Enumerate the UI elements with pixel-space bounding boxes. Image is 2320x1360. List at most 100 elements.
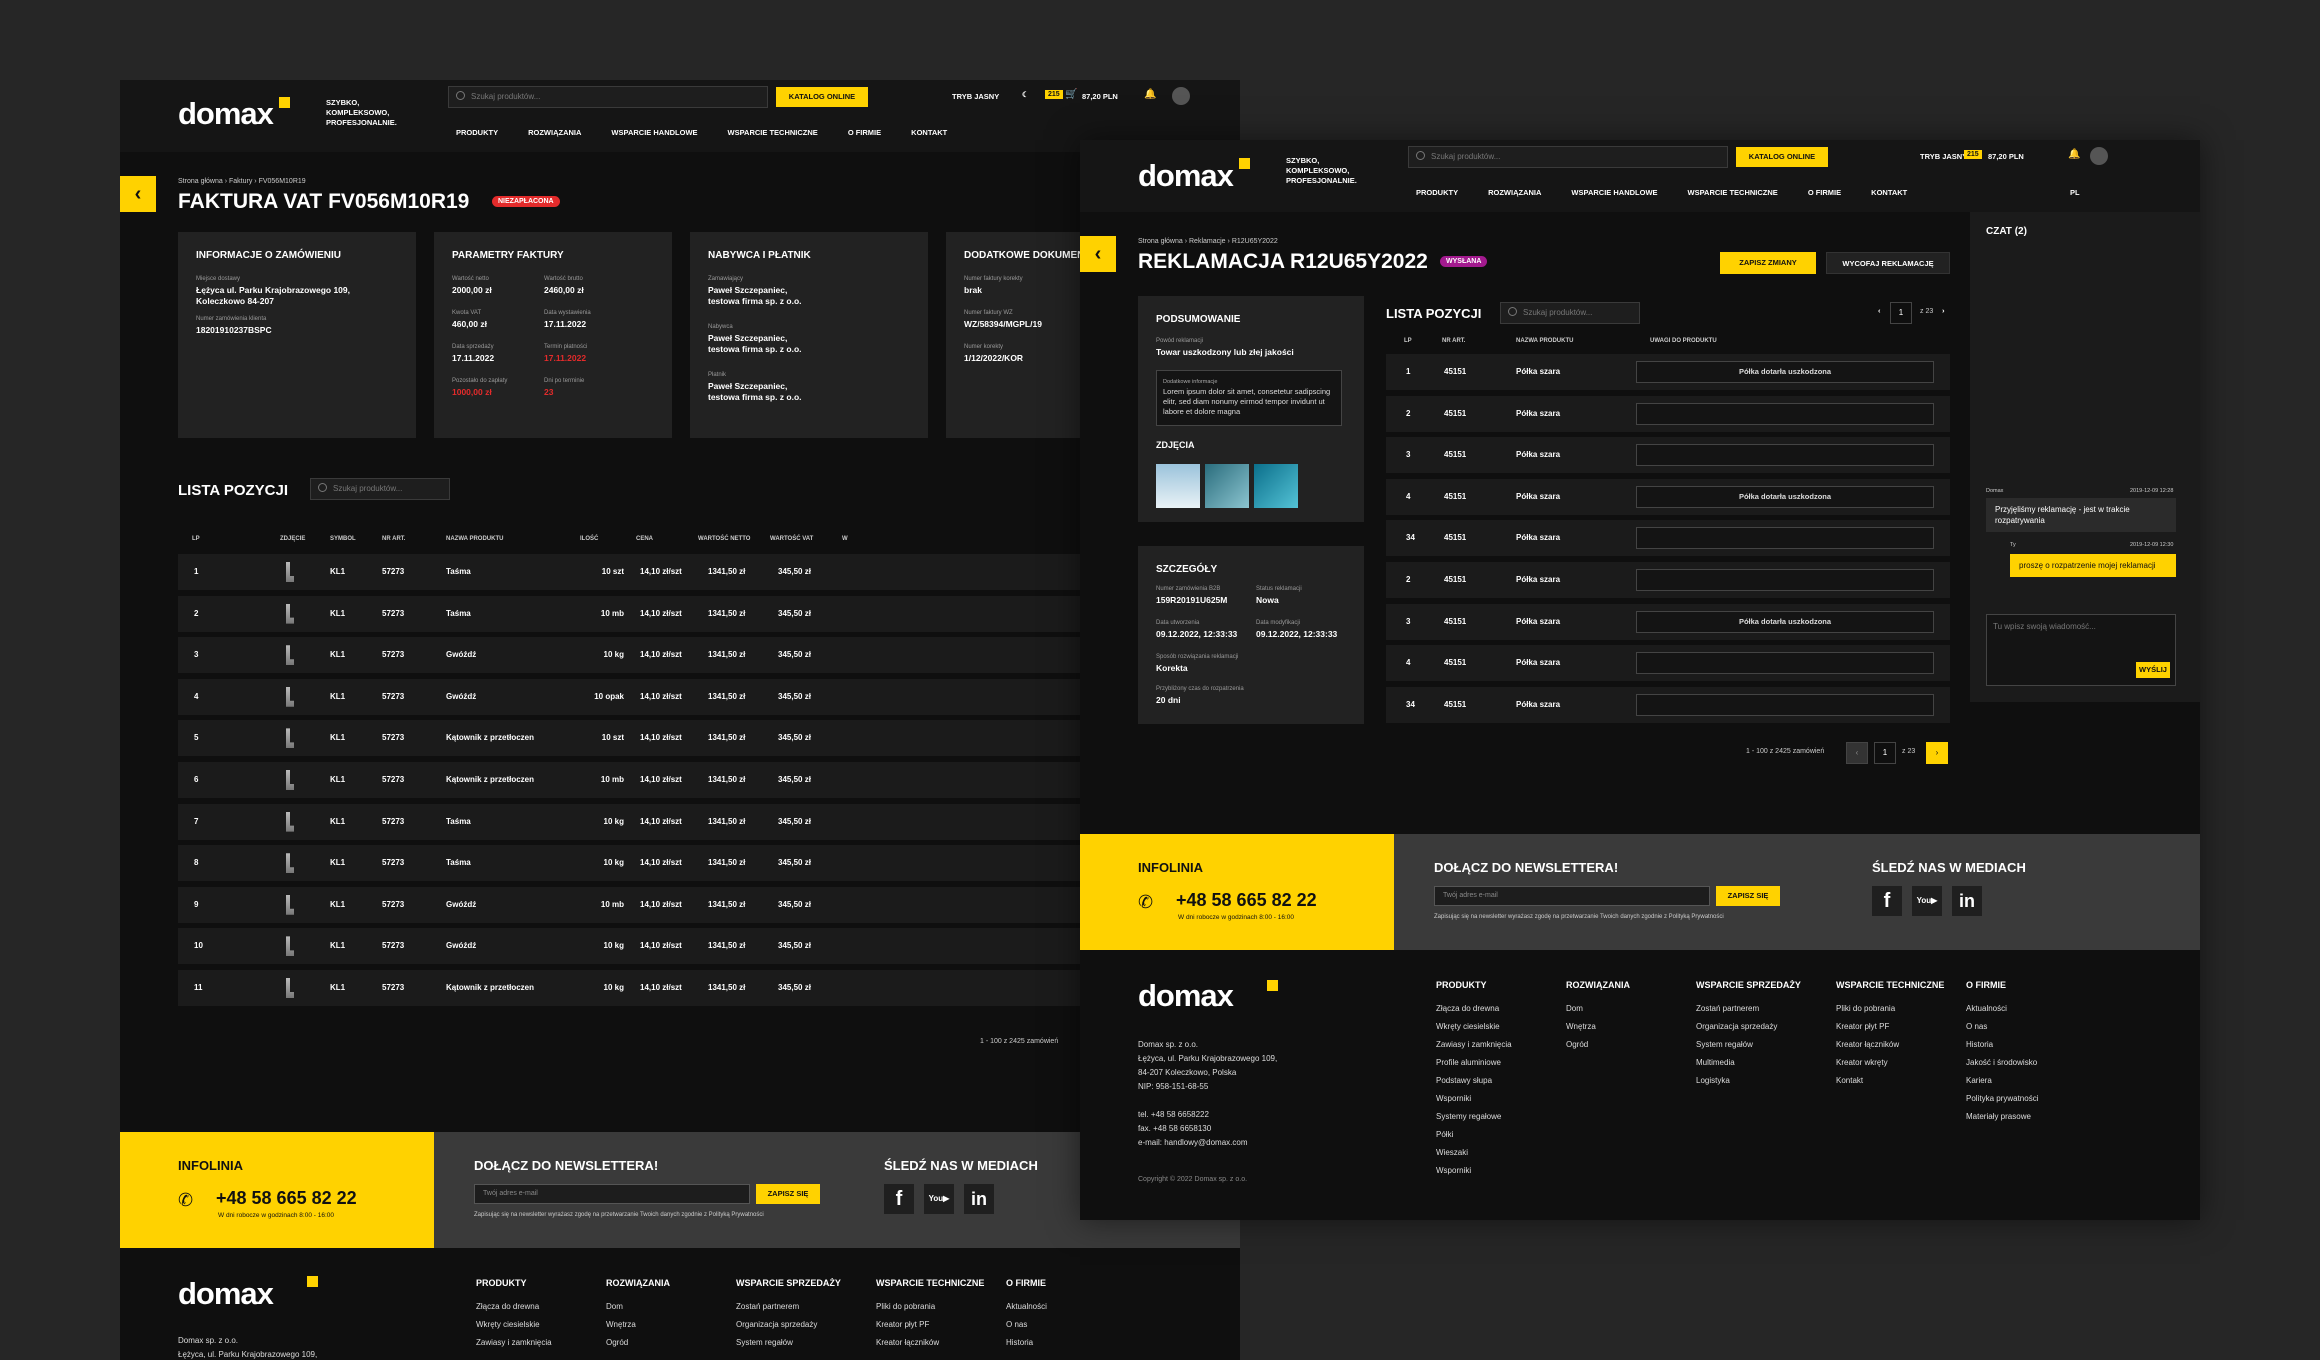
- footer-link[interactable]: Kreator płyt PF: [876, 1320, 929, 1329]
- next-page-icon[interactable]: ›: [1942, 306, 1945, 315]
- footer-link[interactable]: Zawiasy i zamknięcia: [476, 1338, 552, 1347]
- prev-page-icon[interactable]: ‹: [1878, 306, 1881, 315]
- nav-kontakt[interactable]: KONTAKT: [1871, 188, 1907, 197]
- footer-link[interactable]: Aktualności: [1006, 1302, 1047, 1311]
- theme-toggle[interactable]: TRYB JASNY: [952, 92, 999, 101]
- page-input[interactable]: 1: [1874, 742, 1896, 764]
- photo-thumbnail[interactable]: [1156, 464, 1200, 508]
- footer-link[interactable]: Wnętrza: [606, 1320, 636, 1329]
- footer-link[interactable]: Organizacja sprzedaży: [1696, 1022, 1777, 1031]
- page-input[interactable]: 1: [1890, 302, 1912, 324]
- footer-link[interactable]: Dom: [1566, 1004, 1583, 1013]
- footer-link[interactable]: Wkręty ciesielskie: [476, 1320, 540, 1329]
- newsletter-email-input[interactable]: Twój adres e-mail: [1434, 886, 1710, 906]
- footer-link[interactable]: Wsporniki: [1436, 1166, 1471, 1175]
- footer-link[interactable]: Złącza do drewna: [476, 1302, 539, 1311]
- note-input[interactable]: [1636, 444, 1934, 467]
- footer-link[interactable]: Aktualności: [1966, 1004, 2007, 1013]
- footer-link[interactable]: Ogród: [1566, 1040, 1588, 1049]
- footer-link[interactable]: Organizacja sprzedaży: [736, 1320, 817, 1329]
- phone-number[interactable]: +48 58 665 82 22: [216, 1188, 357, 1209]
- footer-link[interactable]: O nas: [1966, 1022, 1987, 1031]
- subscribe-button[interactable]: ZAPISZ SIĘ: [756, 1184, 820, 1204]
- footer-link[interactable]: Jakość i środowisko: [1966, 1058, 2037, 1067]
- footer-link[interactable]: Materiały prasowe: [1966, 1112, 2031, 1121]
- footer-link[interactable]: Złącza do drewna: [1436, 1004, 1499, 1013]
- footer-link[interactable]: Ogród: [606, 1338, 628, 1347]
- moon-icon[interactable]: ☾: [1022, 90, 1029, 99]
- footer-logo[interactable]: domax: [1138, 978, 1234, 1014]
- footer-link[interactable]: Kontakt: [1836, 1076, 1863, 1085]
- photo-thumbnail[interactable]: [1254, 464, 1298, 508]
- bell-icon[interactable]: 🔔: [2068, 149, 2080, 160]
- newsletter-email-input[interactable]: Twój adres e-mail: [474, 1184, 750, 1204]
- language-selector[interactable]: PL: [2070, 188, 2080, 197]
- list-search-input[interactable]: Szukaj produktów...: [310, 478, 450, 500]
- footer-link[interactable]: Profile aluminiowe: [1436, 1058, 1501, 1067]
- note-input[interactable]: Półka dotarła uszkodzona: [1636, 361, 1934, 383]
- footer-link[interactable]: Multimedia: [1696, 1058, 1735, 1067]
- nav-wsparcie-handlowe[interactable]: WSPARCIE HANDLOWE: [611, 128, 697, 137]
- footer-link[interactable]: Pliki do pobrania: [876, 1302, 935, 1311]
- footer-link[interactable]: Kreator łączników: [1836, 1040, 1899, 1049]
- note-input[interactable]: [1636, 402, 1934, 425]
- footer-link[interactable]: Wsporniki: [1436, 1094, 1471, 1103]
- crumb-invoices[interactable]: Faktury: [229, 178, 252, 185]
- footer-link[interactable]: Półki: [1436, 1130, 1453, 1139]
- footer-link[interactable]: Logistyka: [1696, 1076, 1730, 1085]
- search-input[interactable]: Szukaj produktów...: [1408, 146, 1728, 168]
- nav-kontakt[interactable]: KONTAKT: [911, 128, 947, 137]
- list-search-input[interactable]: Szukaj produktów...: [1500, 302, 1640, 324]
- facebook-icon[interactable]: f: [1872, 886, 1902, 916]
- note-input[interactable]: [1636, 652, 1934, 675]
- subscribe-button[interactable]: ZAPISZ SIĘ: [1716, 886, 1780, 906]
- linkedin-icon[interactable]: in: [964, 1184, 994, 1214]
- phone-number[interactable]: +48 58 665 82 22: [1176, 890, 1317, 911]
- back-button[interactable]: ‹: [120, 176, 156, 212]
- photo-thumbnail[interactable]: [1205, 464, 1249, 508]
- crumb-home[interactable]: Strona główna: [1138, 238, 1183, 245]
- next-page-button[interactable]: ›: [1926, 742, 1948, 764]
- chat-send-button[interactable]: WYŚLIJ: [2136, 662, 2170, 678]
- footer-link[interactable]: Polityka prywatności: [1966, 1094, 2038, 1103]
- company-email[interactable]: e-mail: handlowy@domax.com: [1138, 1138, 1248, 1147]
- footer-link[interactable]: Wieszaki: [1436, 1148, 1468, 1157]
- save-changes-button[interactable]: ZAPISZ ZMIANY: [1720, 252, 1816, 274]
- footer-link[interactable]: Wnętrza: [1566, 1022, 1596, 1031]
- catalog-online-button[interactable]: KATALOG ONLINE: [776, 87, 868, 107]
- note-input[interactable]: [1636, 527, 1934, 550]
- footer-link[interactable]: Podstawy słupa: [1436, 1076, 1492, 1085]
- avatar[interactable]: [1172, 87, 1190, 105]
- logo[interactable]: domax: [1138, 160, 1234, 191]
- nav-produkty[interactable]: PRODUKTY: [456, 128, 498, 137]
- footer-link[interactable]: Zostań partnerem: [1696, 1004, 1759, 1013]
- bell-icon[interactable]: 🔔: [1144, 89, 1156, 100]
- crumb-home[interactable]: Strona główna: [178, 178, 223, 185]
- footer-link[interactable]: Historia: [1966, 1040, 1993, 1049]
- nav-wsparcie-techniczne[interactable]: WSPARCIE TECHNICZNE: [728, 128, 818, 137]
- note-input[interactable]: Półka dotarła uszkodzona: [1636, 485, 1934, 508]
- additional-info-box[interactable]: Dodatkowe informacje Lorem ipsum dolor s…: [1156, 370, 1342, 426]
- prev-page-button[interactable]: ‹: [1846, 742, 1868, 764]
- footer-link[interactable]: System regałów: [736, 1338, 793, 1347]
- note-input[interactable]: Półka dotarła uszkodzona: [1636, 610, 1934, 633]
- footer-link[interactable]: Kreator płyt PF: [1836, 1022, 1889, 1031]
- cart-icon[interactable]: 🛒: [1065, 89, 1077, 100]
- linkedin-icon[interactable]: in: [1952, 886, 1982, 916]
- cart-total[interactable]: 87,20 PLN: [1988, 152, 2024, 161]
- nav-o-firmie[interactable]: O FIRMIE: [848, 128, 881, 137]
- footer-link[interactable]: Systemy regałowe: [1436, 1112, 1501, 1121]
- facebook-icon[interactable]: f: [884, 1184, 914, 1214]
- logo[interactable]: domax: [178, 98, 274, 129]
- youtube-icon[interactable]: You▶: [1912, 886, 1942, 916]
- note-input[interactable]: [1636, 569, 1934, 591]
- nav-produkty[interactable]: PRODUKTY: [1416, 188, 1458, 197]
- footer-link[interactable]: Zawiasy i zamknięcia: [1436, 1040, 1512, 1049]
- footer-link[interactable]: Dom: [606, 1302, 623, 1311]
- footer-link[interactable]: Kreator łączników: [876, 1338, 939, 1347]
- youtube-icon[interactable]: You▶: [924, 1184, 954, 1214]
- company-phone[interactable]: tel. +48 58 6658222: [1138, 1110, 1209, 1119]
- footer-link[interactable]: Kariera: [1966, 1076, 1992, 1085]
- back-button[interactable]: ‹: [1080, 236, 1116, 272]
- footer-link[interactable]: O nas: [1006, 1320, 1027, 1329]
